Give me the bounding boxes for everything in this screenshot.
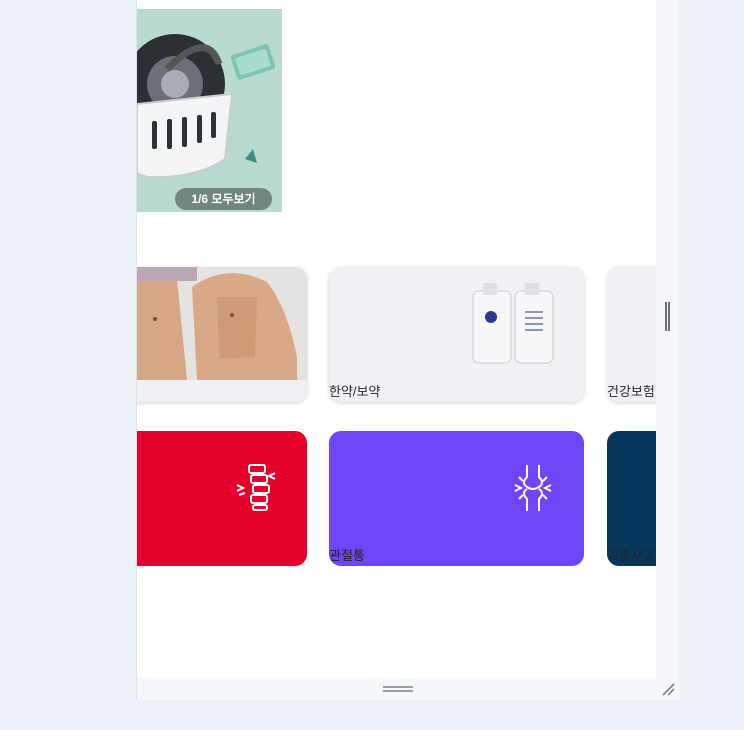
category-card-herbal[interactable]: 한약/보약 [329,267,584,402]
body-photo [137,267,307,380]
category-tile-spine[interactable] [137,431,307,566]
resize-corner-icon[interactable] [661,682,675,696]
tile-label: 관절통 [329,548,365,563]
browser-viewport: 1/6 모두보기 한약/보약 건강보험 관절통 교통사고 [136,0,679,700]
page-content: 1/6 모두보기 한약/보약 건강보험 관절통 교통사고 [137,0,656,677]
category-tile-accident[interactable]: 교통사고 [607,431,656,566]
tire-basket-illustration [137,9,282,212]
bottom-resize-bar [137,677,679,700]
spine-icon [236,464,276,511]
card-label: 건강보험 [607,384,655,399]
joint-icon [514,465,552,511]
card-label: 한약/보약 [329,384,381,399]
scrollbar-track[interactable] [656,0,679,677]
promo-banner[interactable]: 1/6 모두보기 [137,9,282,212]
herbal-pouch-image [472,283,554,364]
category-tile-joint[interactable]: 관절통 [329,431,584,566]
category-card-insurance[interactable]: 건강보험 [607,267,656,402]
tile-label: 교통사고 [607,548,655,563]
banner-counter[interactable]: 1/6 모두보기 [175,188,272,210]
scrollbar-grip[interactable] [665,302,670,331]
category-card-body[interactable] [137,267,307,402]
drag-handle-icon[interactable] [383,686,413,692]
